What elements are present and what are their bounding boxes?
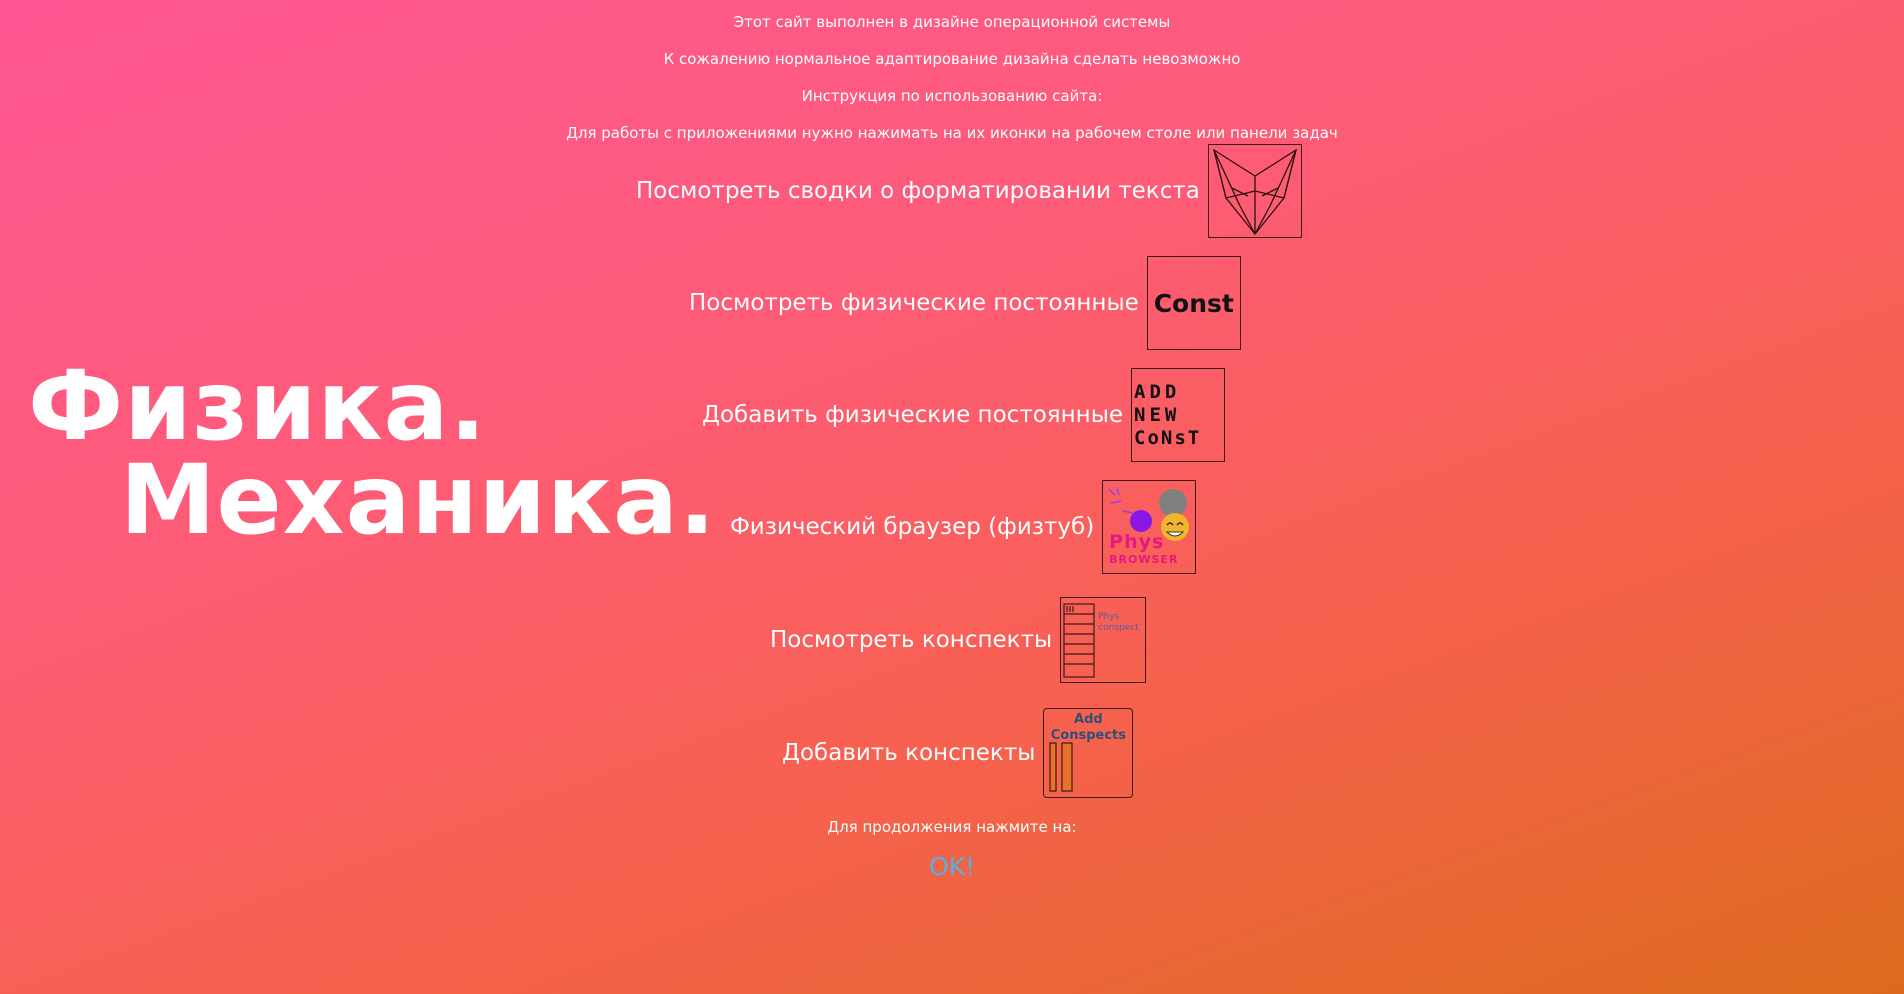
add-new-const-line-2: NEW bbox=[1134, 403, 1181, 426]
app-label-view-constants[interactable]: Посмотреть физические постоянные bbox=[689, 290, 1139, 316]
app-label-text-formatting[interactable]: Посмотреть сводки о форматировании текст… bbox=[636, 178, 1200, 204]
add-new-const-line-1: ADD bbox=[1134, 380, 1181, 403]
app-row-text-formatting[interactable]: Посмотреть сводки о форматировании текст… bbox=[636, 144, 1302, 238]
add-conspects-icon[interactable]: Add Conspects bbox=[1043, 708, 1134, 798]
app-label-view-conspects[interactable]: Посмотреть конспекты bbox=[770, 627, 1052, 653]
app-row-add-constants[interactable]: Добавить физические постоянные ADD NEW C… bbox=[702, 368, 1226, 462]
fox-logo-icon[interactable] bbox=[1207, 144, 1302, 238]
phys-conspect-icon[interactable]: Phys conspect bbox=[1060, 597, 1147, 683]
phys-browser-line-2: BROWSER bbox=[1109, 553, 1179, 566]
add-new-const-line-3: CoNsT bbox=[1134, 426, 1202, 449]
ok-button[interactable]: OK! bbox=[0, 852, 1904, 881]
intro-line-2: К сожалению нормальное адаптирование диз… bbox=[663, 50, 1241, 68]
intro-line-3: Инструкция по использованию сайта: bbox=[801, 87, 1103, 105]
intro-line-4: Для работы с приложениями нужно нажимать… bbox=[566, 124, 1338, 142]
add-new-const-icon-text: ADD NEW CoNsT bbox=[1132, 381, 1224, 450]
continue-text: Для продолжения нажмите на: bbox=[827, 818, 1077, 836]
const-icon[interactable]: Const bbox=[1146, 256, 1241, 350]
app-row-phys-browser[interactable]: Физический браузер (физтуб) Phys BROWSER bbox=[730, 480, 1197, 574]
app-row-add-conspects[interactable]: Добавить конспекты Add Conspects bbox=[782, 708, 1134, 798]
app-label-add-constants[interactable]: Добавить физические постоянные bbox=[702, 402, 1123, 428]
phys-browser-line-1: Phys bbox=[1109, 531, 1165, 553]
phys-browser-icon[interactable]: Phys BROWSER bbox=[1102, 480, 1197, 574]
phys-conspect-line-2: conspect bbox=[1098, 623, 1139, 633]
const-icon-text: Const bbox=[1153, 288, 1234, 318]
phys-conspect-line-1: Phys bbox=[1098, 612, 1120, 622]
phys-conspect-icon-text: Phys conspect bbox=[1098, 612, 1139, 634]
hero-title-physics: Физика. bbox=[28, 350, 487, 462]
app-row-view-constants[interactable]: Посмотреть физические постоянные Const bbox=[689, 256, 1241, 350]
hero-title-mechanics: Механика. bbox=[120, 444, 717, 556]
phys-browser-icon-text: Phys BROWSER bbox=[1109, 533, 1178, 569]
intro-line-1: Этот сайт выполнен в дизайне операционно… bbox=[733, 13, 1171, 31]
app-label-phys-browser[interactable]: Физический браузер (физтуб) bbox=[730, 514, 1094, 540]
add-new-const-icon[interactable]: ADD NEW CoNsT bbox=[1131, 368, 1226, 462]
app-row-view-conspects[interactable]: Посмотреть конспекты Phys conspect bbox=[770, 597, 1147, 683]
app-label-add-conspects[interactable]: Добавить конспекты bbox=[782, 740, 1035, 766]
